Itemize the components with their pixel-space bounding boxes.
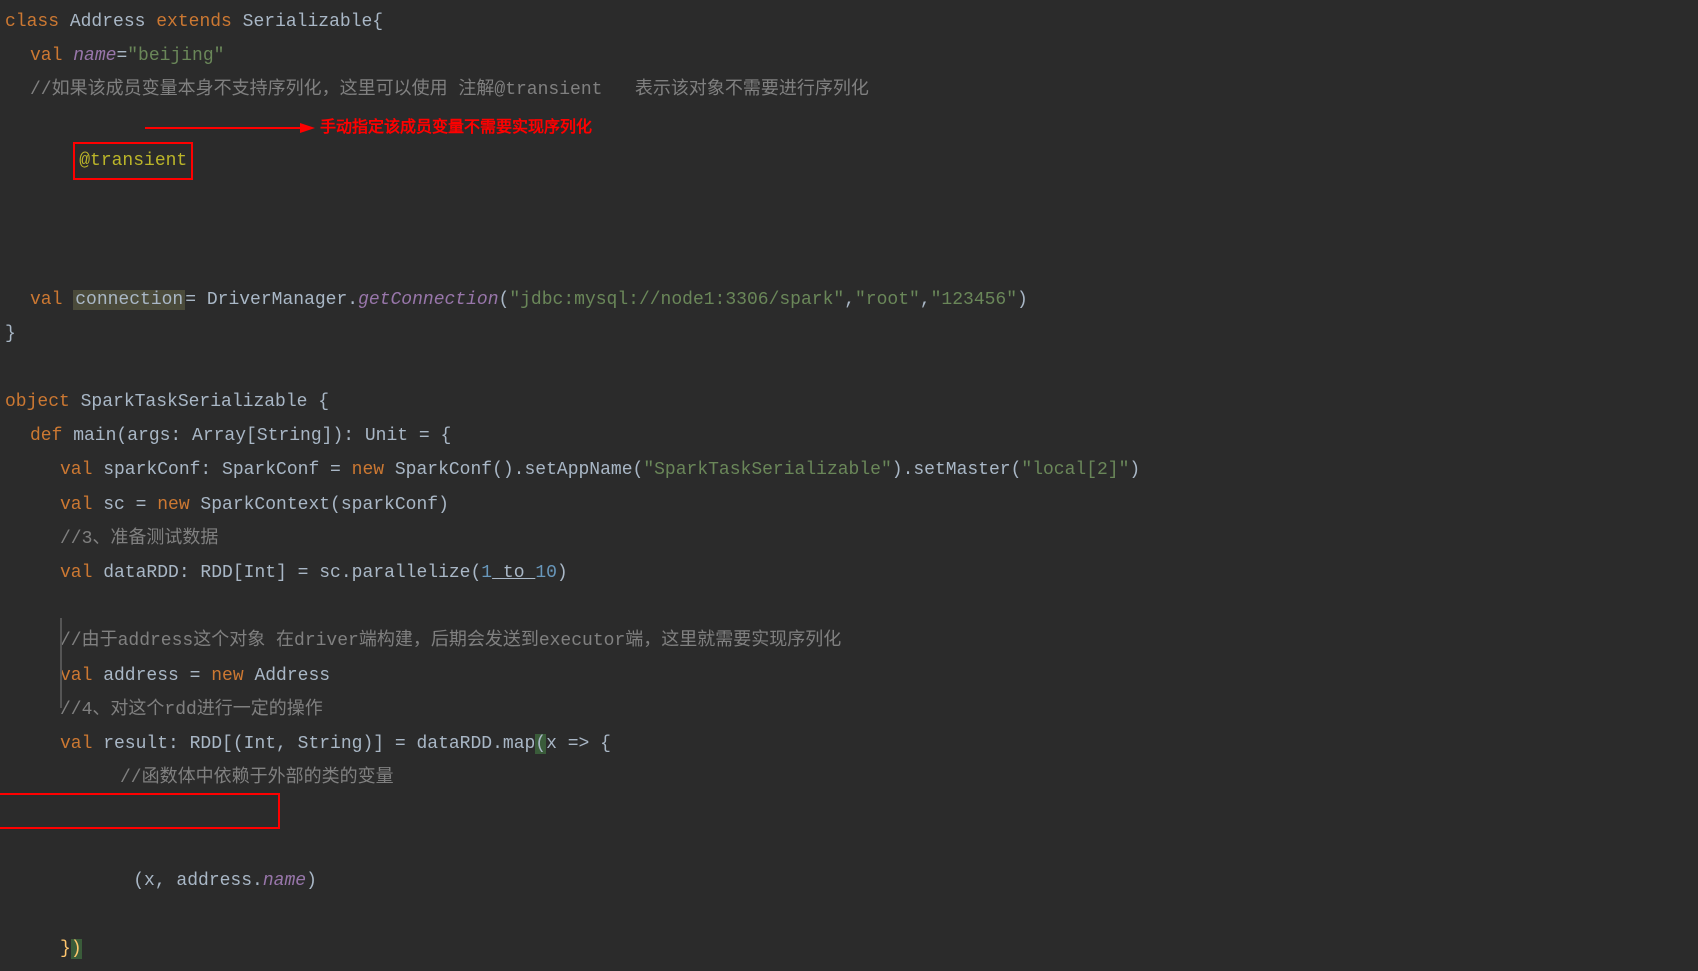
code-line[interactable]: } (0, 317, 1698, 351)
type-int: Int (244, 734, 276, 754)
type-int: Int (244, 563, 276, 583)
keyword-def: def (30, 426, 62, 446)
close-brace: } (60, 939, 71, 959)
highlight-box-tuple (0, 793, 280, 829)
empty-line[interactable] (0, 590, 1698, 624)
keyword-val: val (60, 495, 92, 515)
code-line[interactable]: //3、准备测试数据 (0, 522, 1698, 556)
keyword-val: val (60, 563, 92, 583)
annotation-label: 手动指定该成员变量不需要实现序列化 (320, 113, 592, 143)
keyword-val: val (60, 460, 92, 480)
code-line[interactable]: class Address extends Serializable{ (0, 5, 1698, 39)
comment: //由于address这个对象 在driver端构建，后期会发送到executo… (60, 631, 841, 651)
number-literal: 10 (535, 563, 557, 583)
type-string: String (298, 734, 363, 754)
code-line[interactable]: val address = new Address (0, 659, 1698, 693)
code-editor[interactable]: class Address extends Serializable{ val … (0, 0, 1698, 971)
code-line[interactable]: val result: RDD[(Int, String)] = dataRDD… (0, 727, 1698, 761)
field-name: name (263, 871, 306, 891)
close-brace: } (5, 324, 16, 344)
code-line[interactable]: @transient 手动指定该成员变量不需要实现序列化 (0, 108, 1698, 283)
comment: //4、对这个rdd进行一定的操作 (60, 700, 323, 720)
field-name: name (73, 46, 116, 66)
keyword-object: object (5, 392, 70, 412)
string-literal: "local[2]" (1021, 460, 1129, 480)
keyword-new: new (211, 666, 243, 686)
annotation-transient: @transient (79, 151, 187, 171)
keyword-val: val (60, 666, 92, 686)
string-literal: "SparkTaskSerializable" (643, 460, 891, 480)
code-line[interactable]: //如果该成员变量本身不支持序列化，这里可以使用 注解@transient 表示… (0, 73, 1698, 107)
keyword-val: val (30, 290, 62, 310)
type-string: String (257, 426, 322, 446)
keyword-new: new (157, 495, 189, 515)
parent-class: Serializable{ (232, 12, 383, 32)
code-line[interactable]: }) (0, 932, 1698, 966)
object-name: SparkTaskSerializable { (70, 392, 329, 412)
string-literal: "123456" (931, 290, 1017, 310)
code-line[interactable]: object SparkTaskSerializable { (0, 385, 1698, 419)
comment: //如果该成员变量本身不支持序列化，这里可以使用 注解@transient 表示… (30, 80, 869, 100)
code-line[interactable]: val sparkConf: SparkConf = new SparkConf… (0, 453, 1698, 487)
code-line[interactable]: //4、对这个rdd进行一定的操作 (0, 693, 1698, 727)
variable-connection: connection (73, 290, 185, 310)
string-literal: "root" (855, 290, 920, 310)
empty-line[interactable] (0, 351, 1698, 385)
code-line[interactable]: (x, address.name) (0, 795, 1698, 932)
string-literal: "beijing" (127, 46, 224, 66)
comment: //函数体中依赖于外部的类的变量 (120, 768, 394, 788)
string-literal: "jdbc:mysql://node1:3306/spark" (509, 290, 844, 310)
code-line[interactable]: //函数体中依赖于外部的类的变量 (0, 761, 1698, 795)
code-line[interactable]: //由于address这个对象 在driver端构建，后期会发送到executo… (0, 624, 1698, 658)
code-line[interactable]: def main(args: Array[String]): Unit = { (0, 419, 1698, 453)
highlight-box-transient: @transient (73, 142, 193, 180)
annotation-arrow (145, 118, 315, 138)
code-line[interactable]: val dataRDD: RDD[Int] = sc.parallelize(1… (0, 556, 1698, 590)
code-line[interactable]: val name="beijing" (0, 39, 1698, 73)
keyword-new: new (352, 460, 384, 480)
keyword-extends: extends (156, 12, 232, 32)
keyword-val: val (30, 46, 62, 66)
keyword-class: class (5, 12, 59, 32)
indent-guide (60, 618, 62, 708)
comment: //3、准备测试数据 (60, 529, 218, 549)
keyword-val: val (60, 734, 92, 754)
code-line[interactable]: val sc = new SparkContext(sparkConf) (0, 488, 1698, 522)
close-paren: ) (71, 939, 82, 959)
method-call: getConnection (358, 290, 498, 310)
class-name: Address (59, 12, 156, 32)
code-line[interactable]: val connection= DriverManager.getConnect… (0, 283, 1698, 317)
number-literal: 1 (481, 563, 492, 583)
paren-highlight: ( (535, 734, 546, 754)
